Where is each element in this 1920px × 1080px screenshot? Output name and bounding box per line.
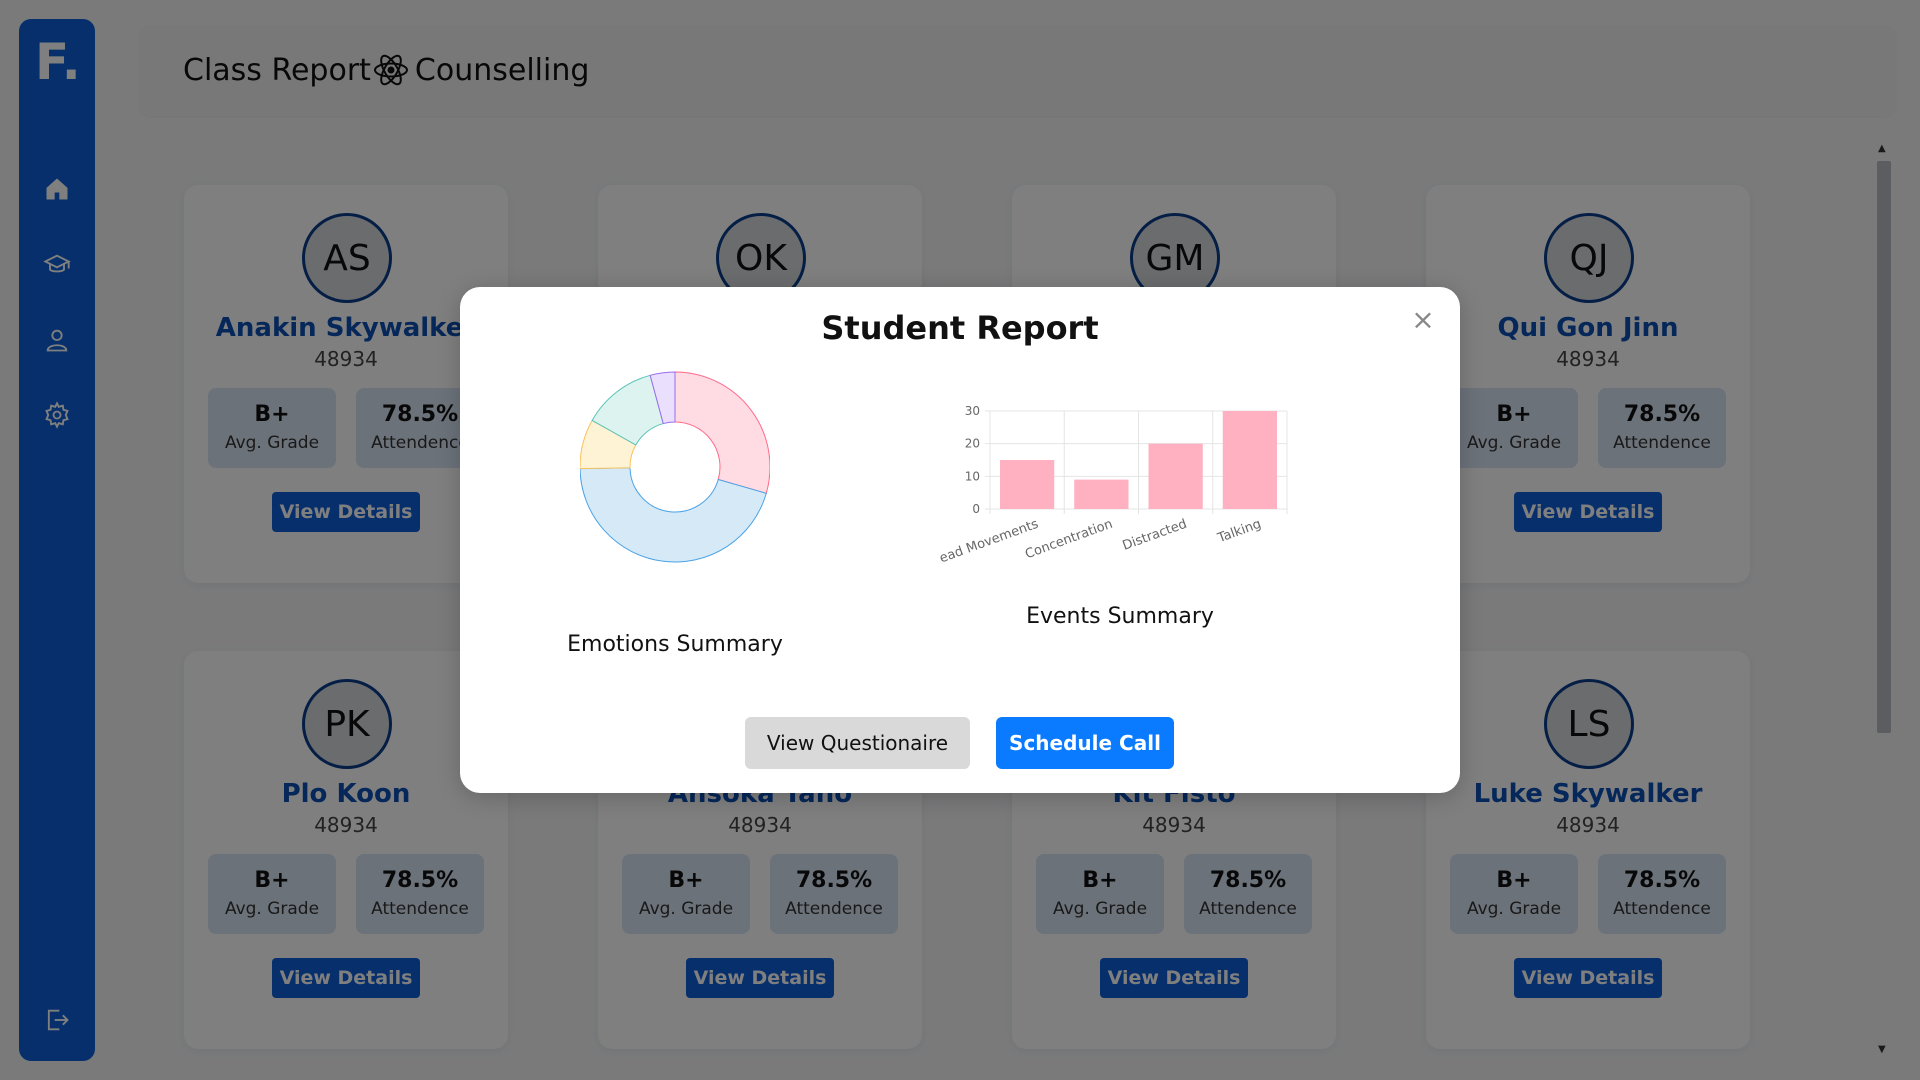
modal-title: Student Report: [821, 309, 1099, 347]
emotion-slice-0[interactable]: [674, 371, 771, 494]
emotions-chart-title: Emotions Summary: [567, 632, 783, 657]
schedule-call-button[interactable]: Schedule Call: [996, 717, 1174, 769]
y-tick-label: 20: [965, 437, 980, 451]
close-icon[interactable]: ×: [1408, 305, 1438, 335]
event-bar[interactable]: [1148, 443, 1203, 509]
y-tick-label: 30: [965, 404, 980, 418]
emotions-donut-svg: [579, 371, 771, 563]
event-bar[interactable]: [1222, 411, 1277, 509]
x-tick-label: Distracted: [1121, 517, 1189, 554]
x-tick-label: Talking: [1215, 517, 1263, 547]
x-tick-label: Head Movements: [940, 517, 1041, 570]
events-chart-title: Events Summary: [1026, 604, 1214, 629]
view-questionnaire-button[interactable]: View Questionaire: [745, 717, 970, 769]
events-bar-svg: 0102030Head MovementsConcentration Distra…: [928, 404, 1288, 570]
event-bar[interactable]: [1000, 460, 1055, 509]
events-chart: 0 10 20 30 Head Movements Concentration Distra…: [928, 397, 1300, 647]
student-report-modal: Student Report × Emotions Summary 0 10 20 3…: [460, 287, 1460, 793]
y-tick-label: 0: [972, 502, 980, 516]
y-tick-label: 10: [965, 469, 980, 483]
emotions-chart: Emotions Summary: [567, 367, 783, 657]
event-bar[interactable]: [1074, 479, 1129, 509]
